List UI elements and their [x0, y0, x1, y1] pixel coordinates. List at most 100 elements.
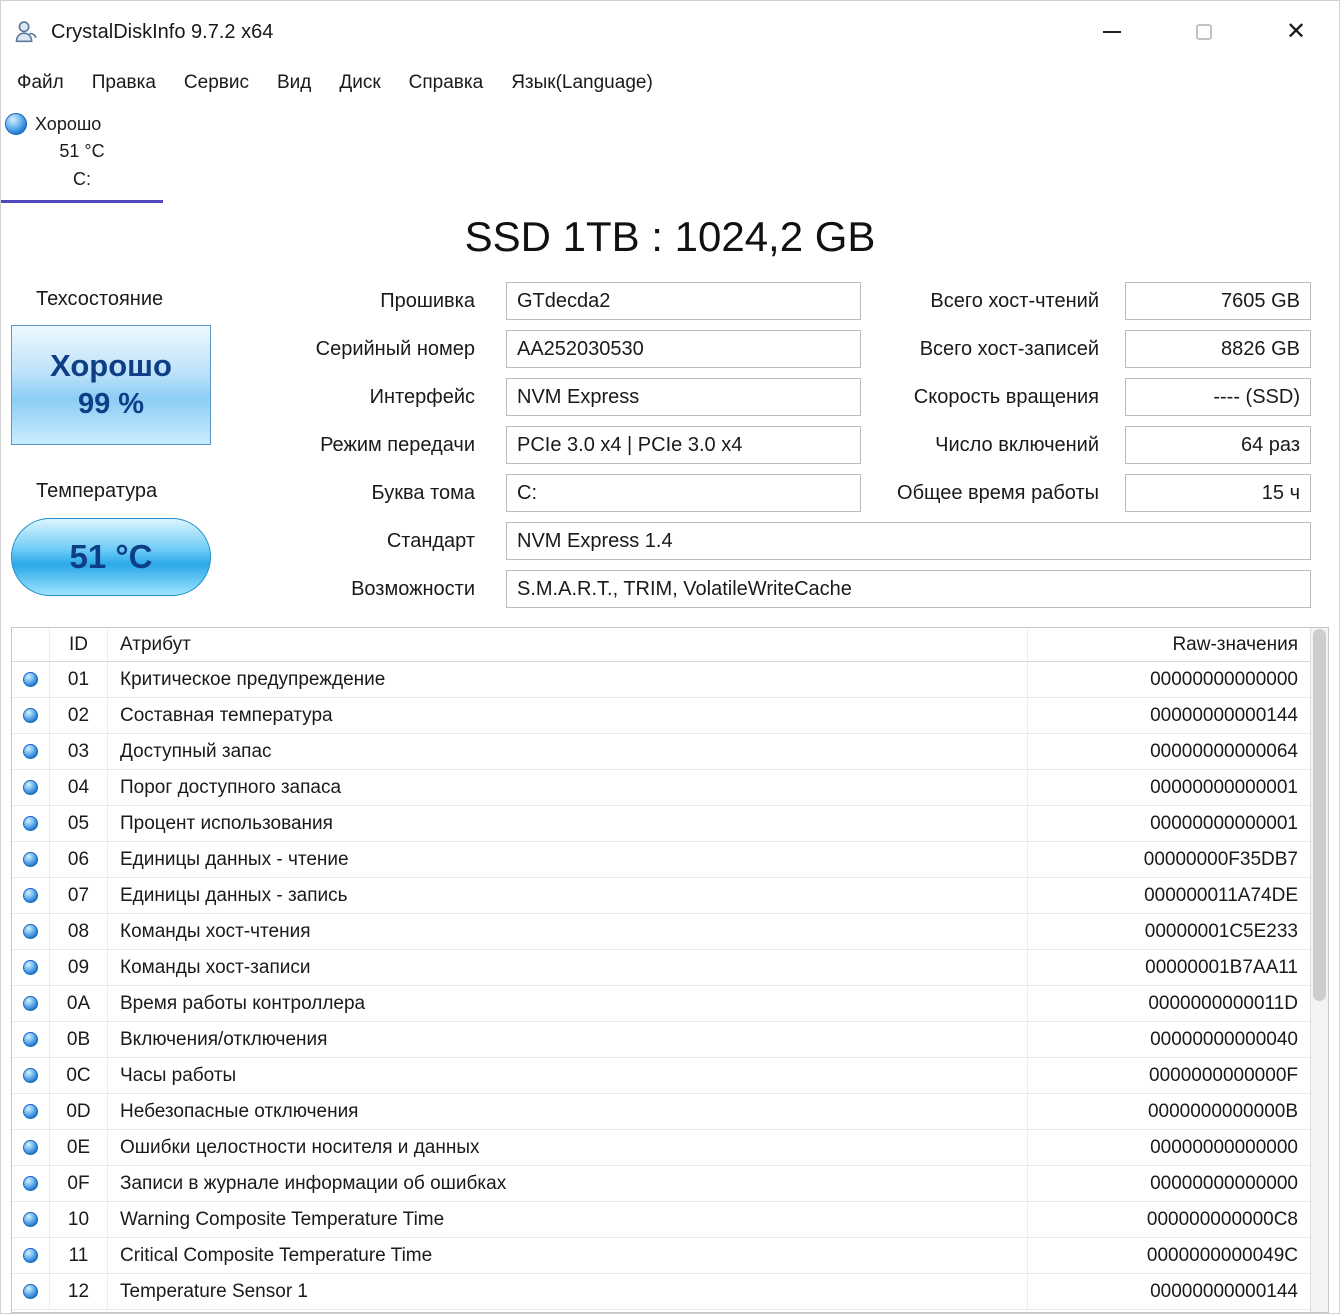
status-dot-icon	[23, 1068, 38, 1083]
col-header-status[interactable]	[12, 628, 50, 662]
smart-row[interactable]: 05 Процент использования 00000000000001	[12, 806, 1310, 842]
temperature-box[interactable]: 51 °C	[11, 518, 211, 596]
status-dot-icon	[23, 1032, 38, 1047]
close-icon: ✕	[1286, 20, 1306, 44]
smart-row[interactable]: 02 Составная температура 00000000000144	[12, 698, 1310, 734]
smart-id: 0A	[50, 986, 108, 1022]
status-dot-icon	[23, 960, 38, 975]
status-dot-icon	[23, 744, 38, 759]
minimize-button[interactable]	[1081, 8, 1143, 56]
smart-row[interactable]: 04 Порог доступного запаса 0000000000000…	[12, 770, 1310, 806]
menu-item[interactable]: Файл	[3, 68, 78, 98]
smart-table-rows: ID Атрибут Raw-значения 01 Критическое п…	[12, 628, 1310, 1312]
smart-raw-value: 0000000000049C	[1028, 1238, 1310, 1274]
smart-id: 04	[50, 770, 108, 806]
field-value: ---- (SSD)	[1125, 378, 1311, 416]
menu-item[interactable]: Справка	[395, 68, 498, 98]
smart-raw-value: 00000000000000	[1028, 1130, 1310, 1166]
field-value: S.M.A.R.T., TRIM, VolatileWriteCache	[506, 570, 1311, 608]
scrollbar-thumb[interactable]	[1313, 629, 1326, 1001]
smart-row[interactable]: 0E Ошибки целостности носителя и данных …	[12, 1130, 1310, 1166]
temperature-value: 51 °C	[70, 538, 153, 576]
smart-id: 09	[50, 950, 108, 986]
smart-attribute: Команды хост-записи	[108, 950, 1028, 986]
smart-row[interactable]: 09 Команды хост-записи 00000001B7AA11	[12, 950, 1310, 986]
menu-item[interactable]: Язык(Language)	[497, 68, 667, 98]
smart-raw-value: 00000000000001	[1028, 770, 1310, 806]
smart-attribute: Критическое предупреждение	[108, 662, 1028, 698]
field-label: Серийный номер	[219, 325, 491, 373]
smart-raw-value: 00000000000001	[1028, 806, 1310, 842]
health-status-box[interactable]: Хорошо 99 %	[11, 325, 211, 445]
col-header-raw[interactable]: Raw-значения	[1028, 628, 1310, 662]
smart-row[interactable]: 0C Часы работы 0000000000000F	[12, 1058, 1310, 1094]
smart-raw-value: 00000000F35DB7	[1028, 842, 1310, 878]
tab-drive-letter: C:	[1, 165, 163, 193]
smart-row[interactable]: 07 Единицы данных - запись 000000011A74D…	[12, 878, 1310, 914]
smart-id: 08	[50, 914, 108, 950]
status-dot-icon	[23, 1104, 38, 1119]
field-label: Интерфейс	[219, 373, 491, 421]
smart-row[interactable]: 10 Warning Composite Temperature Time 00…	[12, 1202, 1310, 1238]
smart-row[interactable]: 12 Temperature Sensor 1 00000000000144	[12, 1274, 1310, 1310]
menu-item[interactable]: Вид	[263, 68, 325, 98]
status-dot-icon	[23, 888, 38, 903]
smart-table: ID Атрибут Raw-значения 01 Критическое п…	[11, 627, 1329, 1313]
smart-table-header: ID Атрибут Raw-значения	[12, 628, 1310, 662]
smart-row[interactable]: 0B Включения/отключения 00000000000040	[12, 1022, 1310, 1058]
minimize-icon	[1103, 31, 1121, 33]
menu-item[interactable]: Диск	[325, 68, 394, 98]
crystaldiskinfo-window: { "window": { "title": "CrystalDiskInfo …	[0, 0, 1340, 1314]
smart-row[interactable]: 0D Небезопасные отключения 0000000000000…	[12, 1094, 1310, 1130]
status-dot-icon	[23, 1176, 38, 1191]
smart-row[interactable]: 11 Critical Composite Temperature Time 0…	[12, 1238, 1310, 1274]
smart-attribute: Доступный запас	[108, 734, 1028, 770]
smart-id: 10	[50, 1202, 108, 1238]
status-dot-icon	[23, 1212, 38, 1227]
smart-id: 0E	[50, 1130, 108, 1166]
status-dot-icon	[23, 1140, 38, 1155]
field-label: Стандарт	[219, 517, 491, 565]
menu-item[interactable]: Сервис	[170, 68, 263, 98]
table-scrollbar[interactable]	[1310, 628, 1328, 1312]
smart-row[interactable]: 0F Записи в журнале информации об ошибка…	[12, 1166, 1310, 1202]
window-title: CrystalDiskInfo 9.7.2 x64	[51, 21, 273, 44]
col-header-id[interactable]: ID	[50, 628, 108, 662]
smart-row[interactable]: 06 Единицы данных - чтение 00000000F35DB…	[12, 842, 1310, 878]
smart-id: 02	[50, 698, 108, 734]
status-dot-icon	[23, 1284, 38, 1299]
smart-id: 03	[50, 734, 108, 770]
smart-row[interactable]: 0A Время работы контроллера 000000000001…	[12, 986, 1310, 1022]
close-button[interactable]: ✕	[1265, 8, 1327, 56]
maximize-button[interactable]	[1173, 8, 1235, 56]
drive-tab-c[interactable]: Хорошо 51 °C C:	[1, 111, 163, 203]
app-icon	[13, 18, 41, 46]
smart-row[interactable]: 01 Критическое предупреждение 0000000000…	[12, 662, 1310, 698]
health-section-label: Техсостояние	[36, 288, 163, 311]
field-label: Общее время работы	[869, 469, 1115, 517]
smart-raw-value: 00000001B7AA11	[1028, 950, 1310, 986]
smart-id: 11	[50, 1238, 108, 1274]
smart-raw-value: 0000000000011D	[1028, 986, 1310, 1022]
drive-info-grid: Прошивка GTdecda2 Всего хост-чтений 7605…	[219, 277, 1319, 613]
smart-attribute: Warning Composite Temperature Time	[108, 1202, 1028, 1238]
field-value: GTdecda2	[506, 282, 861, 320]
field-value: AA252030530	[506, 330, 861, 368]
smart-raw-value: 00000000000000	[1028, 1166, 1310, 1202]
field-label: Скорость вращения	[869, 373, 1115, 421]
field-value: 7605 GB	[1125, 282, 1311, 320]
smart-id: 12	[50, 1274, 108, 1310]
smart-raw-value: 00000000000144	[1028, 1274, 1310, 1310]
field-value: 15 ч	[1125, 474, 1311, 512]
health-status-icon	[5, 113, 27, 135]
smart-row[interactable]: 03 Доступный запас 00000000000064	[12, 734, 1310, 770]
smart-row[interactable]: 08 Команды хост-чтения 00000001C5E233	[12, 914, 1310, 950]
smart-raw-value: 000000000000C8	[1028, 1202, 1310, 1238]
status-dot-icon	[23, 996, 38, 1011]
window-controls: ✕	[1051, 8, 1327, 56]
smart-attribute: Ошибки целостности носителя и данных	[108, 1130, 1028, 1166]
smart-attribute: Составная температура	[108, 698, 1028, 734]
menu-item[interactable]: Правка	[78, 68, 170, 98]
field-label: Возможности	[219, 565, 491, 613]
col-header-attribute[interactable]: Атрибут	[108, 628, 1028, 662]
